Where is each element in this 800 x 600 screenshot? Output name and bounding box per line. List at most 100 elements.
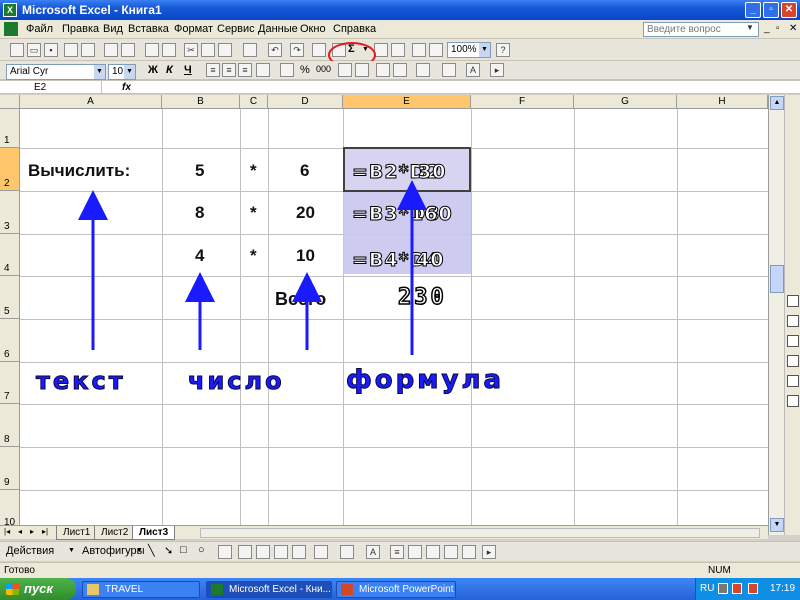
font-color-icon[interactable]: A [366, 545, 380, 559]
task-powerpoint[interactable]: Microsoft PowerPoint ... [336, 581, 456, 600]
zoom-select[interactable]: 100% ▼ [447, 42, 491, 58]
chevron-down-icon[interactable]: ▼ [746, 23, 754, 32]
last-sheet-icon[interactable]: ▸| [42, 527, 48, 536]
prev-sheet-icon[interactable]: ◂ [18, 527, 22, 536]
toolbar-options-icon[interactable]: ▸ [490, 63, 504, 77]
language-indicator[interactable]: RU [700, 583, 714, 594]
drawing-tool-icon[interactable] [787, 395, 799, 407]
percent-button[interactable]: % [300, 64, 310, 76]
chevron-down-icon[interactable]: ▼ [94, 65, 105, 79]
thousands-button[interactable]: 000 [316, 64, 331, 74]
chevron-down-icon[interactable]: ▼ [124, 65, 135, 79]
drawing-icon[interactable] [429, 43, 443, 57]
menu-window[interactable]: Окно [300, 23, 326, 35]
new-icon[interactable] [10, 43, 24, 57]
research-icon[interactable] [162, 43, 176, 57]
paste-icon[interactable] [218, 43, 232, 57]
task-excel[interactable]: Microsoft Excel - Кни... [206, 581, 332, 598]
line-icon[interactable]: ╲ [148, 544, 155, 557]
menu-view[interactable]: Вид [103, 23, 123, 35]
worksheet-grid[interactable]: A B C D E F G H 1 2 3 4 5 6 7 8 9 10 Выч… [0, 95, 768, 525]
fill-color-icon[interactable] [314, 545, 328, 559]
menu-format[interactable]: Формат [174, 23, 213, 35]
doc-restore-icon[interactable]: ▫ [776, 23, 780, 34]
picture-icon[interactable] [292, 545, 306, 559]
decrease-decimal-icon[interactable] [355, 63, 369, 77]
merge-center-icon[interactable] [256, 63, 270, 77]
menu-tools[interactable]: Сервис [217, 23, 255, 35]
cut-icon[interactable]: ✂ [184, 43, 198, 57]
sort-descending-icon[interactable] [391, 43, 405, 57]
next-sheet-icon[interactable]: ▸ [30, 527, 34, 536]
security-icon[interactable] [732, 583, 742, 594]
redo-icon[interactable]: ↷ [290, 43, 304, 57]
sort-ascending-icon[interactable] [374, 43, 388, 57]
increase-decimal-icon[interactable] [338, 63, 352, 77]
doc-close-icon[interactable]: ✕ [789, 23, 797, 34]
arrow-style-icon[interactable] [426, 545, 440, 559]
network-icon[interactable] [718, 583, 728, 594]
open-icon[interactable]: ▭ [27, 43, 41, 57]
name-box[interactable]: E2 [2, 81, 102, 94]
sheet-tab-1[interactable]: Лист1 [56, 526, 98, 540]
help-search-input[interactable]: Введите вопрос [643, 22, 759, 37]
task-travel[interactable]: TRAVEL [82, 581, 200, 598]
align-left-icon[interactable]: ≡ [206, 63, 220, 77]
doc-minimize-icon[interactable]: _ [764, 23, 770, 34]
hyperlink-icon[interactable] [312, 43, 326, 57]
start-button[interactable]: пуск [0, 578, 76, 600]
bold-button[interactable]: Ж [148, 64, 158, 76]
menu-insert[interactable]: Вставка [128, 23, 169, 35]
font-color-icon[interactable]: A [466, 63, 480, 77]
scroll-up-icon[interactable]: ▲ [770, 96, 784, 110]
fx-icon[interactable]: fx [122, 81, 131, 94]
menu-help[interactable]: Справка [333, 23, 376, 35]
permission-icon[interactable] [64, 43, 78, 57]
sheet-tab-2[interactable]: Лист2 [94, 526, 136, 540]
chevron-down-icon[interactable]: ▼ [479, 43, 490, 57]
line-color-icon[interactable] [340, 545, 354, 559]
antivirus-icon[interactable] [748, 583, 758, 594]
menu-data[interactable]: Данные [258, 23, 298, 35]
horizontal-scrollbar[interactable] [200, 528, 760, 538]
fill-color-icon[interactable] [442, 63, 456, 77]
workbook-icon[interactable] [4, 22, 18, 36]
print-icon[interactable] [104, 43, 118, 57]
align-right-icon[interactable]: ≡ [238, 63, 252, 77]
scroll-down-icon[interactable]: ▼ [770, 518, 784, 532]
dash-style-icon[interactable] [408, 545, 422, 559]
drawing-tool-icon[interactable] [787, 375, 799, 387]
drawing-tool-icon[interactable] [787, 335, 799, 347]
toolbar-options-icon[interactable]: ▸ [482, 545, 496, 559]
diagram-icon[interactable] [256, 545, 270, 559]
shadow-icon[interactable] [444, 545, 458, 559]
first-sheet-icon[interactable]: |◂ [4, 527, 10, 536]
draw-actions-button[interactable]: Действия [6, 545, 54, 557]
italic-button[interactable]: К [166, 64, 173, 76]
rectangle-icon[interactable]: □ [180, 544, 187, 556]
help-icon[interactable]: ? [496, 43, 510, 57]
menu-edit[interactable]: Правка [62, 23, 99, 35]
drawing-tool-icon[interactable] [787, 315, 799, 327]
vertical-scrollbar[interactable]: ▲ ▼ [768, 95, 800, 535]
close-button[interactable]: ✕ [781, 2, 797, 18]
minimize-button[interactable]: _ [745, 2, 761, 18]
format-painter-icon[interactable] [243, 43, 257, 57]
line-style-icon[interactable]: ≡ [390, 545, 404, 559]
wordart-icon[interactable] [238, 545, 252, 559]
drawing-tool-icon[interactable] [787, 295, 799, 307]
sheet-tab-3[interactable]: Лист3 [132, 526, 176, 540]
3d-icon[interactable] [462, 545, 476, 559]
menu-file[interactable]: Файл [26, 23, 53, 35]
print-preview-icon[interactable] [121, 43, 135, 57]
undo-icon[interactable]: ↶ [268, 43, 282, 57]
arrow-icon[interactable]: ➘ [164, 544, 173, 557]
scroll-thumb[interactable] [770, 265, 784, 293]
underline-button[interactable]: Ч [184, 64, 192, 76]
currency-icon[interactable] [280, 63, 294, 77]
clipart-icon[interactable] [274, 545, 288, 559]
spelling-icon[interactable] [145, 43, 159, 57]
textbox-icon[interactable] [218, 545, 232, 559]
borders-icon[interactable] [416, 63, 430, 77]
chart-icon[interactable] [412, 43, 426, 57]
